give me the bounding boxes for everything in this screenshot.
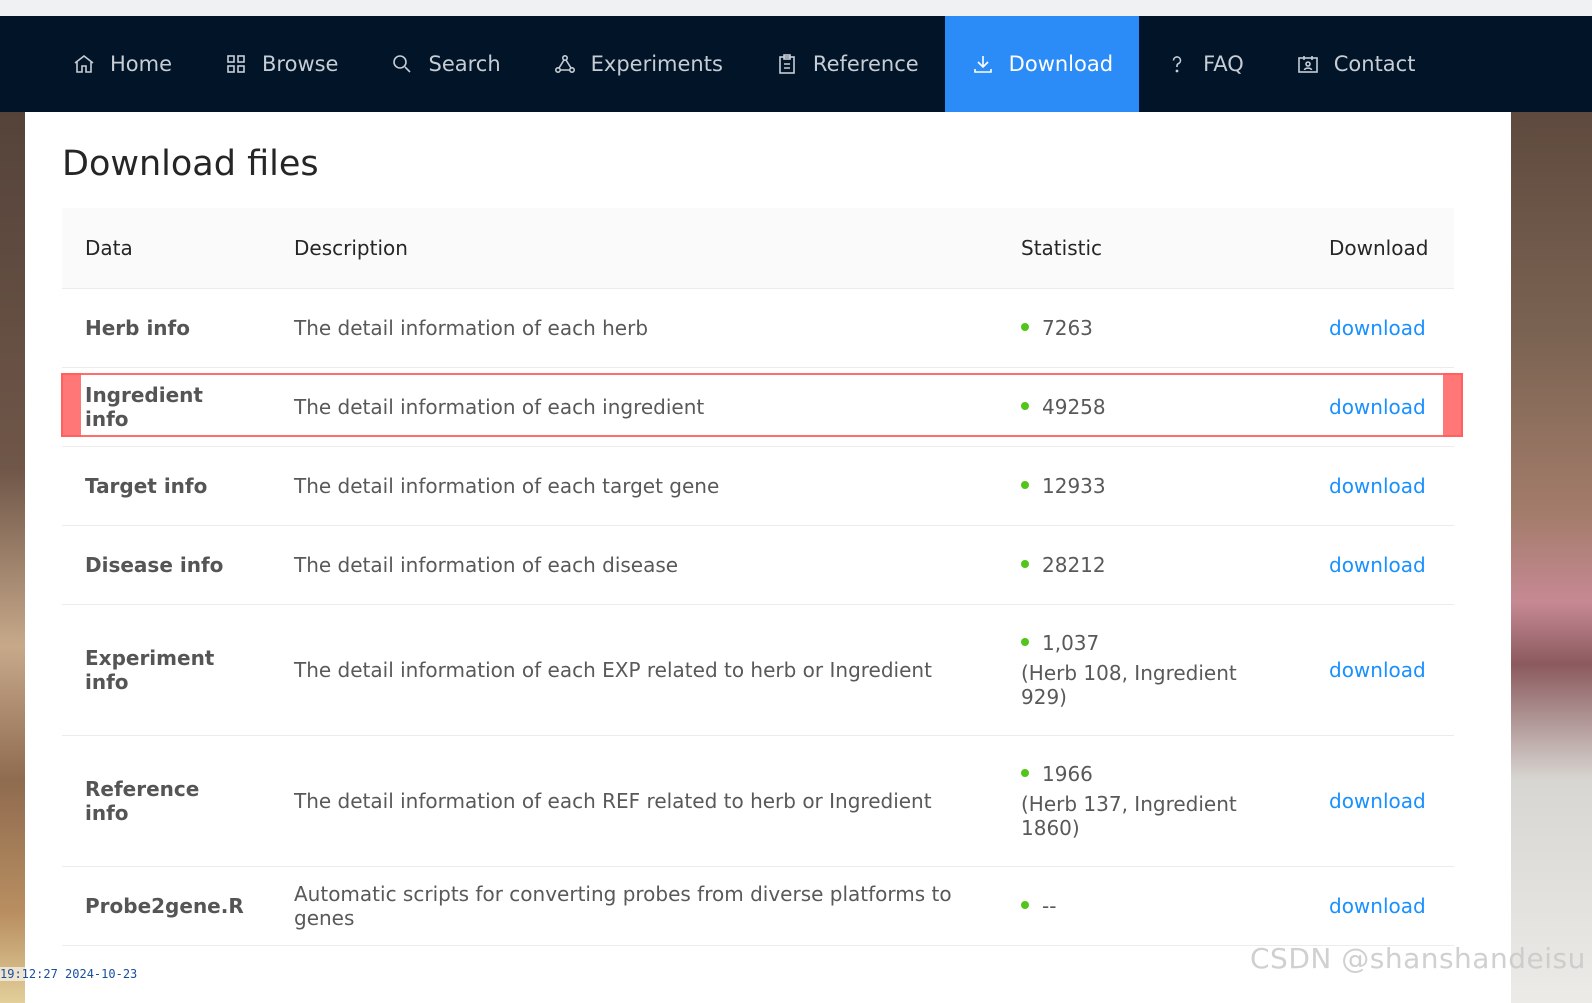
contact-card-icon [1297, 56, 1318, 73]
nav-label: Contact [1333, 52, 1416, 76]
row-description: The detail information of each ingredien… [271, 367, 998, 447]
row-data-name: Disease info [62, 525, 271, 605]
status-dot [1021, 560, 1029, 568]
nav-label: Download [1008, 52, 1114, 76]
statistic-value: 7263 [1042, 315, 1093, 340]
grid-icon [227, 55, 245, 73]
download-link[interactable]: download [1329, 395, 1426, 419]
row-statistic: 28212 [998, 525, 1306, 605]
content-card: Download files Data Description Statisti… [25, 112, 1511, 1003]
clipboard-icon [779, 54, 795, 74]
nav-item-search[interactable]: Search [364, 16, 526, 112]
watermark: CSDN @shanshandeisu [1250, 942, 1586, 975]
row-download-cell: download [1306, 446, 1454, 526]
nav-label: Browse [262, 52, 339, 76]
row-statistic: 12933 [998, 446, 1306, 526]
row-description: The detail information of each disease [271, 525, 998, 605]
nav-item-download[interactable]: Download [944, 16, 1140, 112]
download-link[interactable]: download [1329, 316, 1426, 340]
statistic-value: -- [1042, 893, 1057, 918]
table-row: Herb info The detail information of each… [62, 288, 1454, 368]
experiments-icon [554, 54, 575, 74]
nav-label: Home [110, 52, 173, 76]
main-navigation: Home Browse Search Experiments Reference… [0, 16, 1592, 112]
background-image-right [1508, 112, 1592, 1003]
row-data-name: Probe2gene.R [62, 866, 271, 946]
download-link[interactable]: download [1329, 658, 1426, 682]
row-data-name: Ingredient info [62, 367, 271, 447]
browser-top-strip [0, 0, 1592, 16]
column-header-description: Description [271, 208, 998, 289]
nav-label: Search [428, 52, 501, 76]
download-icon [973, 56, 992, 73]
table-row: Ingredient info The detail information o… [62, 367, 1454, 447]
nav-item-home[interactable]: Home [46, 16, 198, 112]
search-icon [393, 55, 412, 73]
column-header-download: Download [1306, 208, 1454, 289]
background-image-left [0, 112, 26, 1003]
statistic-detail: (Herb 137, Ingredient 1860) [1021, 791, 1237, 840]
home-icon [74, 54, 94, 73]
status-dot [1021, 901, 1029, 909]
nav-item-reference[interactable]: Reference [749, 16, 945, 112]
table-header-row: Data Description Statistic Download [62, 208, 1454, 289]
statistic-value: 28212 [1042, 552, 1106, 577]
status-dot [1021, 638, 1029, 646]
status-dot [1021, 769, 1029, 777]
row-data-name: Experiment info [62, 604, 271, 736]
nav-label: Reference [812, 52, 919, 76]
download-link[interactable]: download [1329, 553, 1426, 577]
row-download-cell: download [1306, 604, 1454, 736]
table-row: Target info The detail information of ea… [62, 446, 1454, 526]
row-download-cell: download [1306, 288, 1454, 368]
statistic-value: 12933 [1042, 473, 1106, 498]
row-data-name: Target info [62, 446, 271, 526]
row-statistic: 1966 (Herb 137, Ingredient 1860) [998, 735, 1306, 867]
row-data-name: Reference info [62, 735, 271, 867]
statistic-value: 1,037 [1042, 630, 1100, 655]
row-download-cell: download [1306, 735, 1454, 867]
nav-item-faq[interactable]: FAQ [1139, 16, 1270, 112]
row-download-cell: download [1306, 866, 1454, 946]
download-link[interactable]: download [1329, 789, 1426, 813]
column-header-statistic: Statistic [998, 208, 1306, 289]
statistic-detail: (Herb 108, Ingredient 929) [1021, 660, 1237, 709]
statistic-value: 1966 [1042, 761, 1093, 786]
timestamp-overlay: 19:12:27 2024-10-23 [0, 967, 138, 981]
row-statistic: 49258 [998, 367, 1306, 447]
nav-item-browse[interactable]: Browse [198, 16, 364, 112]
row-description: Automatic scripts for converting probes … [271, 866, 998, 946]
column-header-data: Data [62, 208, 271, 289]
download-link[interactable]: download [1329, 474, 1426, 498]
row-download-cell: download [1306, 367, 1454, 447]
row-data-name: Herb info [62, 288, 271, 368]
nav-label: FAQ [1203, 52, 1244, 76]
nav-item-experiments[interactable]: Experiments [527, 16, 749, 112]
row-description: The detail information of each target ge… [271, 446, 998, 526]
row-description: The detail information of each REF relat… [271, 735, 998, 867]
page-title: Download files [62, 144, 319, 184]
row-statistic: 1,037 (Herb 108, Ingredient 929) [998, 604, 1306, 736]
row-description: The detail information of each EXP relat… [271, 604, 998, 736]
row-statistic: -- [998, 866, 1306, 946]
table-row: Reference info The detail information of… [62, 735, 1454, 867]
status-dot [1021, 481, 1029, 489]
row-download-cell: download [1306, 525, 1454, 605]
question-icon [1172, 56, 1182, 73]
status-dot [1021, 402, 1029, 410]
statistic-value: 49258 [1042, 394, 1106, 419]
table-row: Disease info The detail information of e… [62, 525, 1454, 605]
row-description: The detail information of each herb [271, 288, 998, 368]
status-dot [1021, 323, 1029, 331]
nav-item-contact[interactable]: Contact [1270, 16, 1442, 112]
table-row: Experiment info The detail information o… [62, 604, 1454, 736]
table-row: Probe2gene.R Automatic scripts for conve… [62, 866, 1454, 946]
row-statistic: 7263 [998, 288, 1306, 368]
download-link[interactable]: download [1329, 894, 1426, 918]
nav-label: Experiments [590, 52, 723, 76]
download-table: Data Description Statistic Download Herb… [62, 208, 1454, 946]
